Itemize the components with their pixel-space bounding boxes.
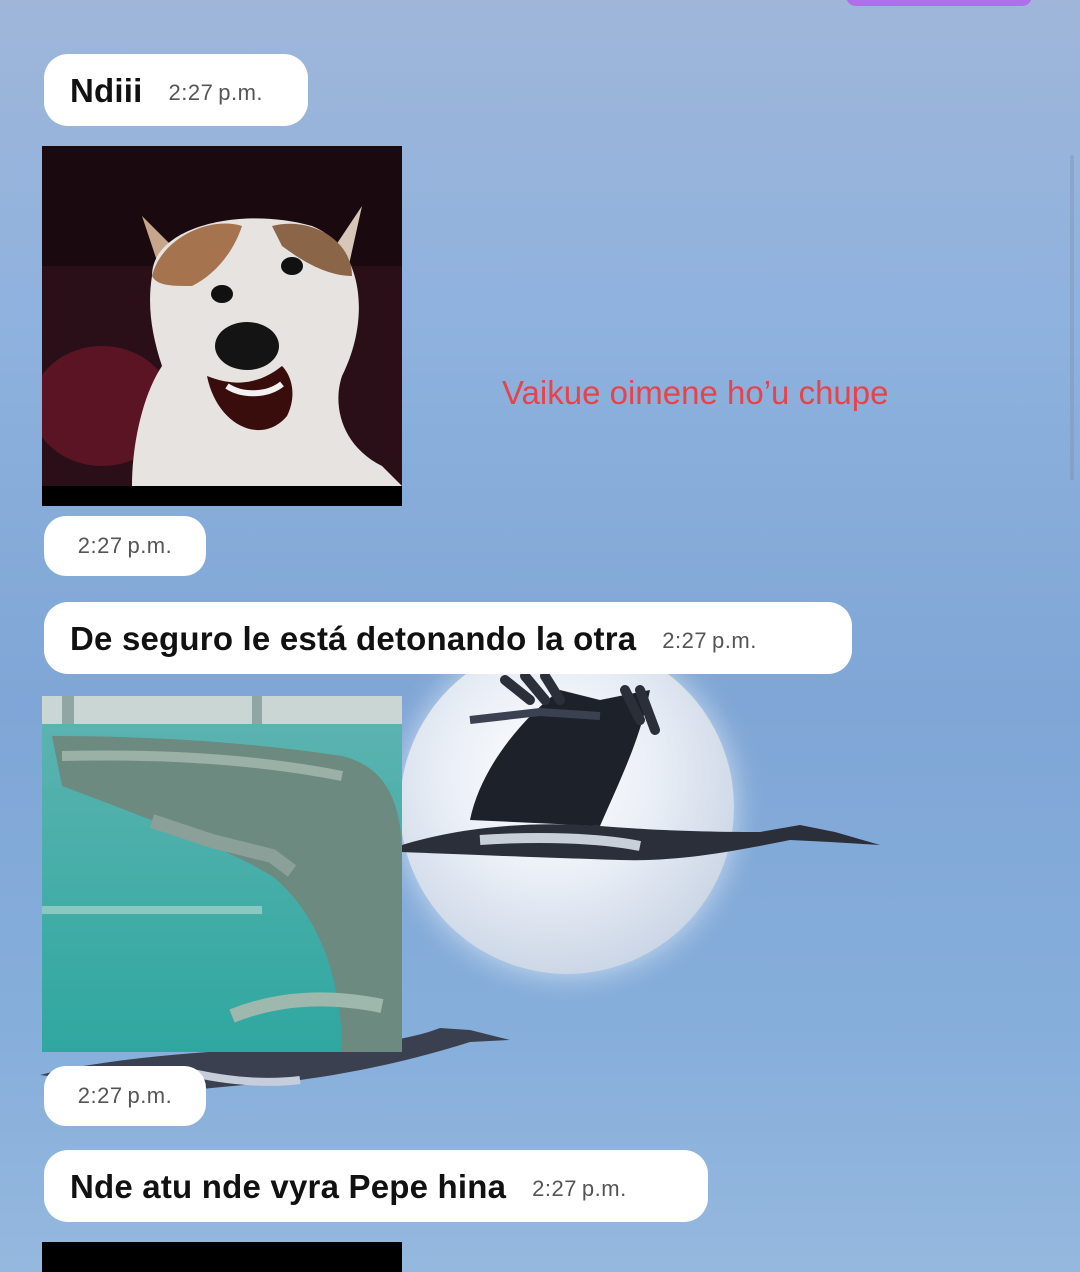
message-text: Ndiii: [70, 72, 143, 109]
contact-label-tab[interactable]: [846, 0, 1032, 6]
message-timestamp: 2:27 p.m.: [77, 533, 173, 558]
message-text: Nde atu nde vyra Pepe hina: [70, 1168, 507, 1205]
message-bubble[interactable]: Ndiii 2:27 p.m.: [44, 54, 308, 126]
dark-video-thumbnail[interactable]: [42, 1242, 402, 1272]
media-timestamp-bubble: 2:27 p.m.: [44, 1066, 206, 1126]
crocodile-video-thumbnail[interactable]: [42, 696, 402, 1052]
message-text: De seguro le está detonando la otra: [70, 620, 637, 657]
message-bubble[interactable]: De seguro le está detonando la otra 2:27…: [44, 602, 852, 674]
message-timestamp: 2:27 p.m.: [77, 1083, 173, 1108]
message-bubble[interactable]: Nde atu nde vyra Pepe hina 2:27 p.m.: [44, 1150, 708, 1222]
scrollbar[interactable]: [1070, 155, 1074, 480]
crocodile-aquarium-image: [42, 696, 402, 1052]
message-timestamp: 2:27 p.m.: [662, 628, 757, 653]
message-timestamp: 2:27 p.m.: [532, 1176, 627, 1201]
dog-meme-image: [42, 146, 402, 506]
dog-video-thumbnail[interactable]: [42, 146, 402, 506]
message-timestamp: 2:27 p.m.: [168, 80, 264, 105]
media-timestamp-bubble: 2:27 p.m.: [44, 516, 206, 576]
wallpaper-caption: Vaikue oimene ho’u chupe: [502, 374, 889, 411]
